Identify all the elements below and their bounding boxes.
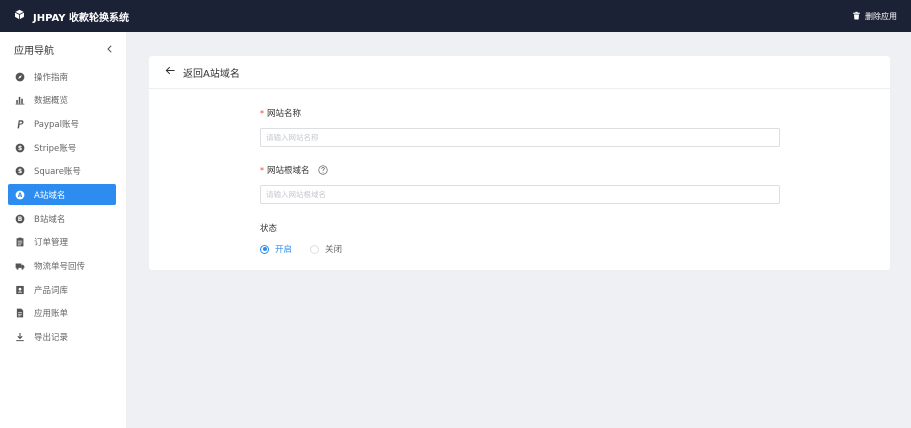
sidebar-item-2[interactable]: Paypal账号: [8, 113, 116, 134]
arrow-left-icon: [165, 65, 176, 79]
svg-text:$: $: [18, 145, 22, 152]
delete-app-button[interactable]: 删除应用: [852, 11, 897, 22]
sidebar-item-8[interactable]: 物流单号回传: [8, 256, 116, 277]
site-name-input[interactable]: [260, 128, 780, 147]
contact-book-icon: [15, 285, 25, 295]
bar-chart-icon: [15, 95, 25, 105]
svg-text:A: A: [18, 192, 23, 199]
status-field-group: 状态 开启 关闭: [260, 222, 342, 255]
sidebar-item-label: 数据概览: [34, 96, 69, 107]
root-domain-label: * 网站根域名: [260, 164, 780, 176]
app-brand: JHPAY 收款轮换系统: [14, 9, 129, 24]
dollar-circle-icon: $: [15, 166, 25, 176]
sidebar-item-4[interactable]: $ Square账号: [8, 161, 116, 182]
paypal-icon: [15, 119, 25, 129]
status-radio-1[interactable]: 关闭: [310, 243, 342, 255]
sidebar-item-label: B站域名: [34, 214, 66, 225]
status-radio-label: 开启: [275, 245, 293, 255]
letter-b-circle-icon: B: [15, 214, 25, 224]
back-label: 返回A站域名: [183, 68, 240, 80]
sidebar-item-1[interactable]: 数据概览: [8, 90, 116, 111]
radio-circle-icon: [310, 244, 320, 254]
document-icon: [15, 308, 25, 318]
svg-text:B: B: [18, 216, 23, 223]
truck-icon: [15, 261, 25, 271]
chevron-left-icon: [107, 45, 112, 53]
sidebar-item-label: 产品词库: [34, 285, 69, 296]
status-radio-group: 开启 关闭: [260, 243, 342, 255]
sidebar-item-label: Stripe账号: [34, 143, 77, 154]
sidebar-nav: 操作指南数据概览 Paypal账号 $ Stripe账号 $ Square账号 A A站域名 B…: [0, 66, 126, 348]
letter-a-circle-icon: A: [15, 190, 25, 200]
dollar-circle-icon: $: [15, 143, 25, 153]
main-content: 返回A站域名 * 网站名称 * 网站根域名: [126, 32, 911, 428]
sidebar-item-label: Paypal账号: [34, 119, 79, 130]
delete-app-label: 删除应用: [865, 11, 897, 21]
form-card: 返回A站域名 * 网站名称 * 网站根域名: [149, 56, 890, 270]
clipboard-icon: [15, 237, 25, 247]
back-link[interactable]: 返回A站域名: [149, 56, 890, 89]
status-radio-0[interactable]: 开启: [260, 243, 292, 255]
sidebar-item-6[interactable]: B B站域名: [8, 208, 116, 229]
sidebar-item-0[interactable]: 操作指南: [8, 66, 116, 87]
sidebar-item-10[interactable]: 应用账单: [8, 303, 116, 324]
sidebar-header: 应用导航: [0, 32, 126, 66]
download-icon: [15, 332, 25, 342]
sidebar-item-3[interactable]: $ Stripe账号: [8, 137, 116, 158]
sidebar-item-label: 物流单号回传: [34, 262, 86, 272]
status-radio-label: 关闭: [325, 245, 343, 255]
sidebar-item-label: Square账号: [34, 167, 81, 178]
question-circle-icon[interactable]: [317, 165, 328, 175]
sidebar: 应用导航 操作指南数据概览 Paypal账号 $ Stripe账号 $ Square账号 A…: [0, 32, 126, 428]
compass-icon: [15, 72, 25, 82]
sidebar-item-7[interactable]: 订单管理: [8, 232, 116, 253]
sidebar-item-11[interactable]: 导出记录: [8, 327, 116, 348]
top-bar: JHPAY 收款轮换系统 删除应用: [0, 0, 911, 32]
radio-circle-icon: [260, 244, 269, 254]
sidebar-item-label: A站域名: [34, 190, 66, 201]
required-mark: *: [260, 108, 264, 118]
root-domain-input[interactable]: [260, 185, 780, 204]
app-title: JHPAY 收款轮换系统: [33, 12, 130, 24]
root-domain-field-group: * 网站根域名: [260, 164, 780, 204]
sidebar-item-5[interactable]: A A站域名: [8, 184, 116, 206]
sidebar-item-9[interactable]: 产品词库: [8, 279, 116, 300]
site-name-label: * 网站名称: [260, 108, 302, 120]
trash-icon: [852, 11, 861, 22]
status-label: 状态: [260, 224, 278, 234]
site-name-field-group: * 网站名称: [260, 107, 780, 147]
svg-text:$: $: [18, 168, 22, 175]
sidebar-item-label: 订单管理: [34, 238, 69, 249]
required-mark: *: [260, 165, 264, 175]
collapse-sidebar-button[interactable]: [104, 43, 116, 55]
sidebar-title: 应用导航: [14, 45, 54, 57]
sidebar-item-label: 导出记录: [34, 333, 69, 344]
cube-logo-icon: [14, 9, 25, 23]
sidebar-item-label: 操作指南: [34, 72, 69, 83]
sidebar-item-label: 应用账单: [34, 309, 69, 320]
